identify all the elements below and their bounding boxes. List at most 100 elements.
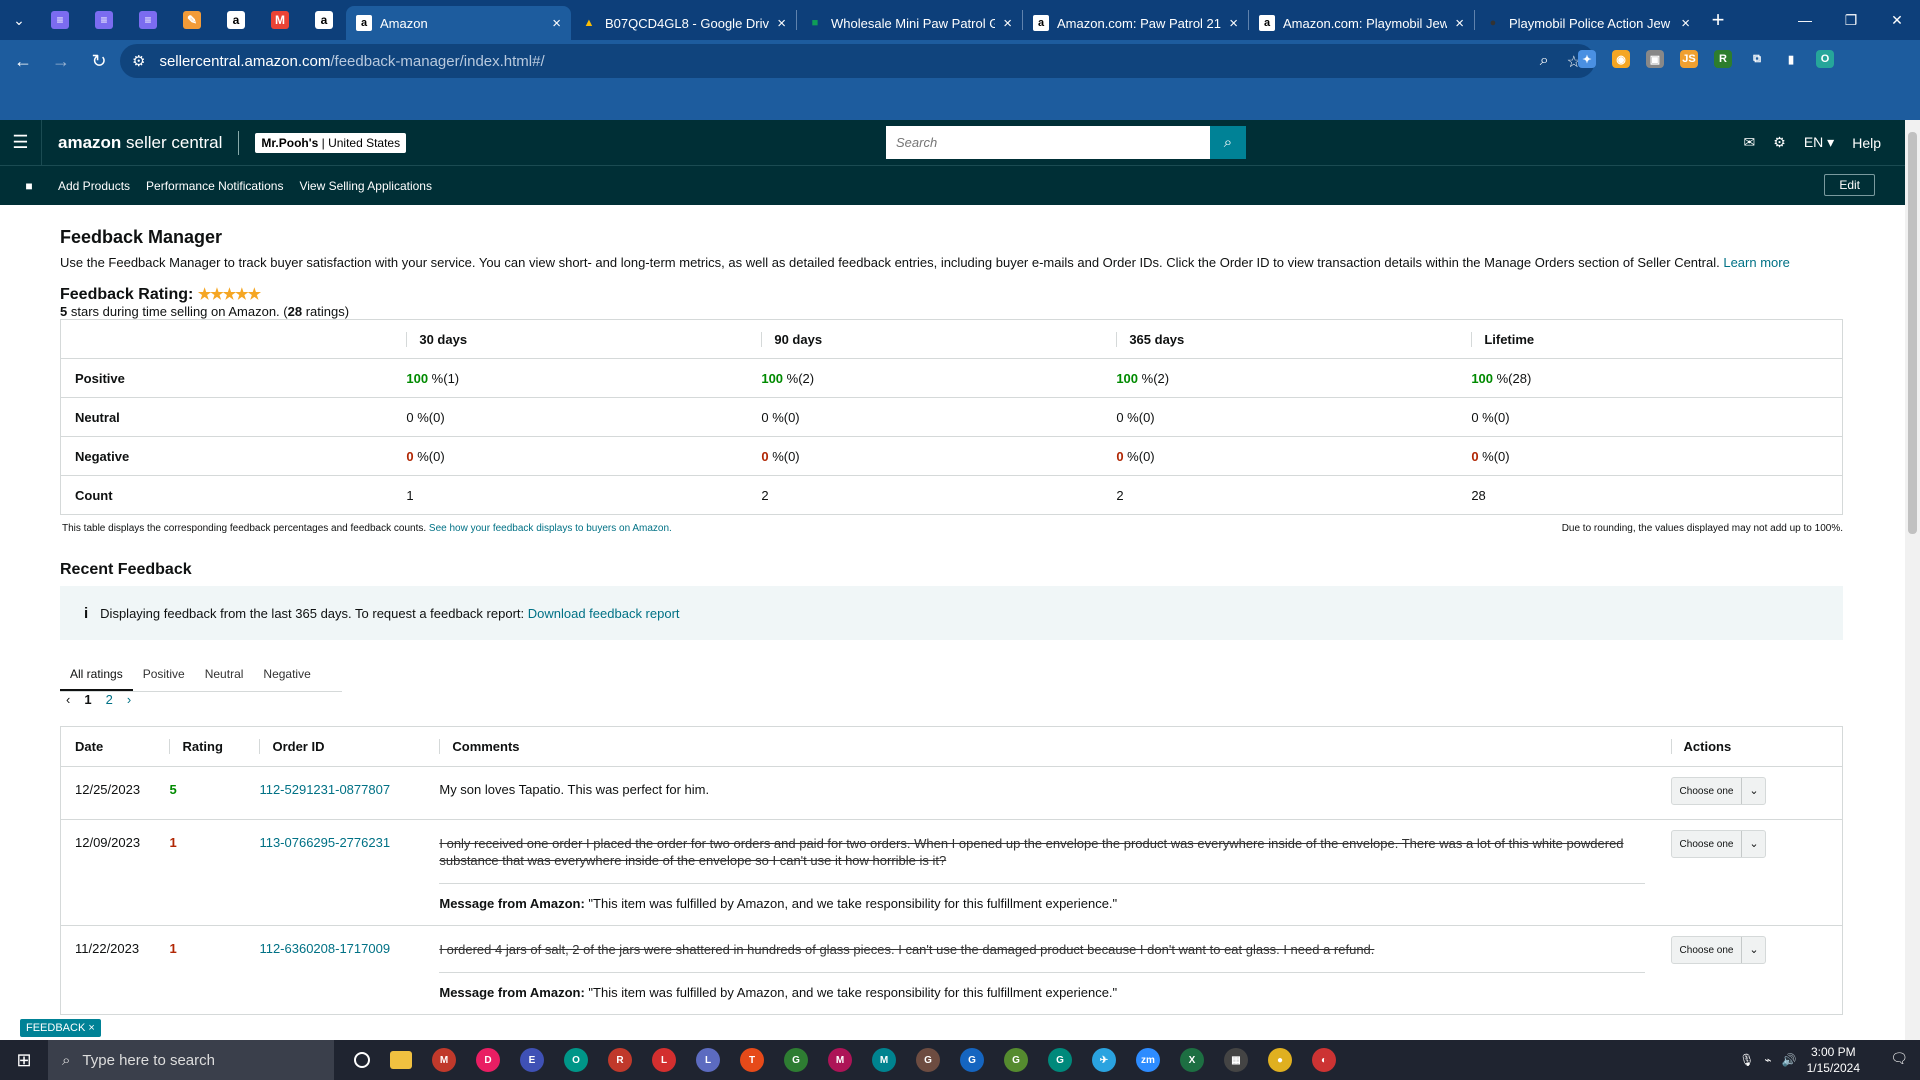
page-scrollbar[interactable]	[1905, 120, 1920, 1040]
close-tab-icon[interactable]: ×	[1229, 15, 1238, 32]
windows-start-icon[interactable]: ⊞	[0, 1050, 48, 1071]
next-page-icon[interactable]: ›	[127, 692, 131, 707]
pinned-tab[interactable]: ≡	[82, 0, 126, 40]
actions-dropdown[interactable]: Choose one ⌄	[1670, 830, 1767, 858]
download-report-link[interactable]: Download feedback report	[528, 606, 680, 621]
chrome-icon[interactable]: M	[828, 1048, 852, 1072]
puzzle-ext-icon[interactable]: ✦	[1578, 50, 1596, 68]
account-switcher[interactable]: Mr.Pooh's | United States	[255, 132, 407, 153]
telegram-icon[interactable]: ✈	[1092, 1048, 1116, 1072]
chrome-icon[interactable]: G	[1004, 1048, 1028, 1072]
language-selector[interactable]: EN ▾	[1804, 134, 1834, 151]
microphone-icon[interactable]: 🎙	[1739, 1053, 1754, 1067]
browser-tab[interactable]: ▲ B07QCD4GL8 - Google Drive ×	[571, 6, 796, 40]
browser-tab[interactable]: a Amazon.com: Paw Patrol 21" ×	[1023, 6, 1248, 40]
pinned-tab[interactable]: ≡	[38, 0, 82, 40]
filter-tab-positive[interactable]: Positive	[133, 656, 195, 691]
actions-dropdown[interactable]: Choose one ⌄	[1670, 936, 1767, 964]
mail-icon[interactable]: ✉	[1744, 134, 1756, 151]
chrome-icon[interactable]: L	[696, 1048, 720, 1072]
chrome-icon[interactable]: G	[960, 1048, 984, 1072]
network-icon[interactable]: ⌁	[1764, 1053, 1771, 1067]
extensions-icon[interactable]: ⧉	[1748, 50, 1766, 68]
nav-add-products[interactable]: Add Products	[58, 179, 130, 193]
chrome-icon[interactable]: G	[916, 1048, 940, 1072]
browser-tab[interactable]: a Amazon.com: Playmobil Jew ×	[1249, 6, 1474, 40]
page-1[interactable]: 1	[84, 692, 91, 707]
nav-performance-notifications[interactable]: Performance Notifications	[146, 179, 283, 193]
close-tab-icon[interactable]: ×	[552, 15, 561, 32]
calculator-icon[interactable]: ▦	[1224, 1048, 1248, 1072]
chrome-icon[interactable]: E	[520, 1048, 544, 1072]
chrome-icon[interactable]: T	[740, 1048, 764, 1072]
page-2[interactable]: 2	[106, 692, 113, 707]
restore-icon[interactable]: ❐	[1828, 0, 1874, 40]
search-icon[interactable]: ⌕	[1210, 126, 1246, 159]
r-ext-icon[interactable]: R	[1714, 50, 1732, 68]
pinned-tab[interactable]: ≡	[126, 0, 170, 40]
feedback-display-link[interactable]: See how your feedback displays to buyers…	[429, 523, 672, 534]
order-id-link[interactable]: 112-6360208-1717009	[259, 941, 390, 956]
search-input[interactable]	[886, 126, 1210, 159]
order-id-link[interactable]: 113-0766295-2776231	[259, 835, 390, 850]
app-icon[interactable]: ●	[1268, 1048, 1292, 1072]
edit-button[interactable]: Edit	[1824, 174, 1875, 196]
app-icon[interactable]: ◐	[1312, 1048, 1336, 1072]
omnibox[interactable]: ⚙ sellercentral.amazon.com/feedback-mana…	[120, 44, 1595, 78]
pinned-tab[interactable]: a	[302, 0, 346, 40]
close-window-icon[interactable]: ✕	[1874, 0, 1920, 40]
orange-ext-icon[interactable]: ◉	[1612, 50, 1630, 68]
gear-icon[interactable]: ⚙	[1773, 134, 1786, 151]
help-link[interactable]: Help	[1852, 135, 1881, 151]
zoom-icon[interactable]: ⌕	[1540, 52, 1549, 72]
browser-tab[interactable]: a Amazon ×	[346, 6, 571, 40]
nav-view-selling-applications[interactable]: View Selling Applications	[299, 179, 432, 193]
forward-icon[interactable]: →	[46, 51, 76, 72]
chrome-icon[interactable]: L	[652, 1048, 676, 1072]
clock[interactable]: 3:00 PM 1/15/2024	[1807, 1044, 1860, 1076]
chrome-icon[interactable]: O	[564, 1048, 588, 1072]
browser-tab[interactable]: ■ Wholesale Mini Paw Patrol G ×	[797, 6, 1022, 40]
close-tab-icon[interactable]: ×	[1455, 15, 1464, 32]
order-id-link[interactable]: 112-5291231-0877807	[259, 782, 390, 797]
browser-tab[interactable]: ● Playmobil Police Action Jew ×	[1475, 6, 1700, 40]
zoom-icon[interactable]: zm	[1136, 1048, 1160, 1072]
actions-dropdown[interactable]: Choose one ⌄	[1670, 777, 1767, 805]
back-icon[interactable]: ←	[8, 51, 38, 72]
profile-icon[interactable]: O	[1816, 50, 1834, 68]
filter-tab-negative[interactable]: Negative	[253, 656, 320, 691]
chrome-icon[interactable]: M	[872, 1048, 896, 1072]
site-info-icon[interactable]: ⚙	[132, 52, 145, 70]
new-tab-button[interactable]: +	[1700, 7, 1736, 33]
chrome-icon[interactable]: D	[476, 1048, 500, 1072]
file-explorer-icon[interactable]	[390, 1051, 412, 1069]
taskbar-search[interactable]: ⌕ Type here to search	[48, 1040, 334, 1080]
image-ext-icon[interactable]: ▣	[1646, 50, 1664, 68]
close-tab-icon[interactable]: ×	[1681, 15, 1690, 32]
chrome-icon[interactable]: G	[1048, 1048, 1072, 1072]
reload-icon[interactable]: ↻	[84, 51, 114, 72]
close-tab-icon[interactable]: ×	[777, 15, 786, 32]
filter-tab-all-ratings[interactable]: All ratings	[60, 656, 133, 691]
tab-search-icon[interactable]: ⌄	[0, 0, 38, 40]
pinned-tab[interactable]: M	[258, 0, 302, 40]
pinned-tab[interactable]: ✎	[170, 0, 214, 40]
minimize-icon[interactable]: —	[1782, 0, 1828, 40]
filter-tab-neutral[interactable]: Neutral	[195, 656, 254, 691]
menu-icon[interactable]: ☰	[0, 120, 42, 165]
volume-icon[interactable]: 🔊	[1782, 1053, 1797, 1067]
pinned-tab[interactable]: a	[214, 0, 258, 40]
excel-icon[interactable]: X	[1180, 1048, 1204, 1072]
close-tab-icon[interactable]: ×	[1003, 15, 1012, 32]
bookmark-icon[interactable]: ■	[0, 179, 58, 193]
sidepanel-icon[interactable]: ▮	[1782, 50, 1800, 68]
chrome-icon[interactable]: M	[432, 1048, 456, 1072]
chrome-icon[interactable]: G	[784, 1048, 808, 1072]
chrome-icon[interactable]: R	[608, 1048, 632, 1072]
task-view-icon[interactable]	[354, 1052, 370, 1068]
learn-more-link[interactable]: Learn more	[1723, 255, 1789, 270]
notification-icon[interactable]: 🗨	[1890, 1050, 1908, 1067]
seller-central-logo[interactable]: amazon seller central	[58, 133, 222, 153]
js-ext-icon[interactable]: JS	[1680, 50, 1698, 68]
prev-page-icon[interactable]: ‹	[66, 692, 70, 707]
